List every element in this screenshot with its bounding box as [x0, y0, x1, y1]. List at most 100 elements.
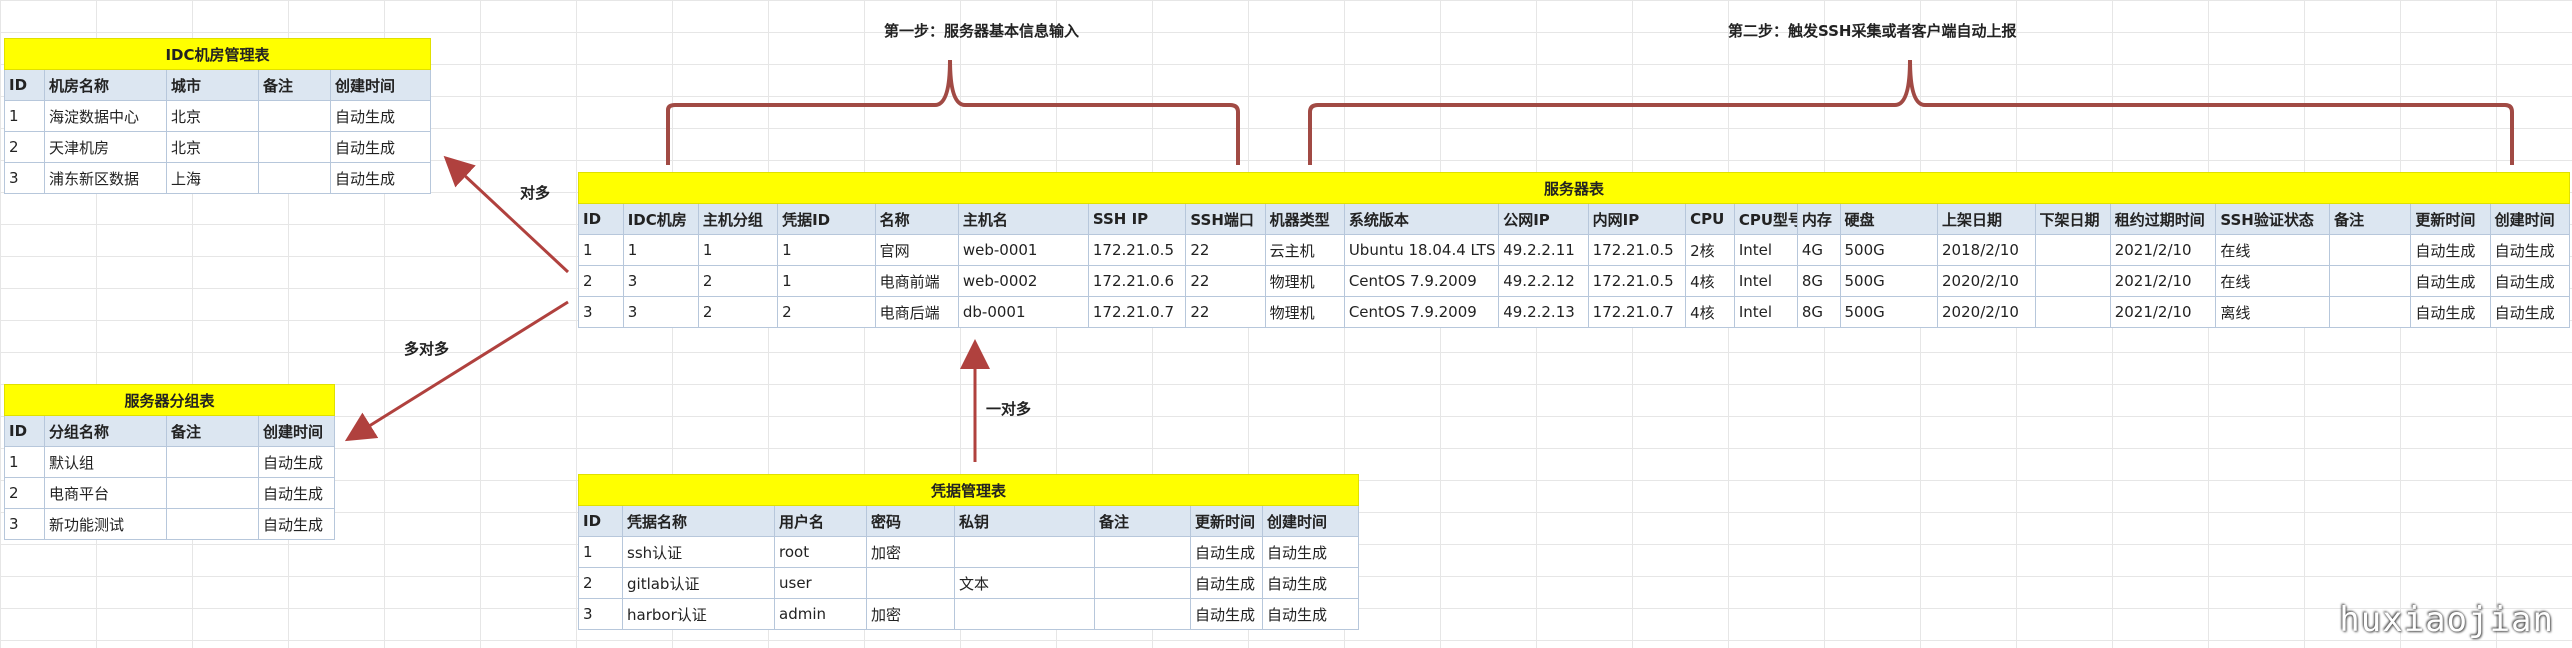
idc-table-cell[interactable] — [258, 100, 331, 132]
idc-table-cell[interactable]: 自动生成 — [330, 131, 431, 163]
server-table-column-header[interactable]: 创建时间 — [2489, 203, 2571, 235]
group-table-cell[interactable] — [166, 508, 259, 540]
server-table-cell[interactable]: 1 — [777, 234, 876, 266]
server-table-cell[interactable]: 172.21.0.5 — [1587, 234, 1687, 266]
server-table-cell[interactable]: 4核 — [1685, 296, 1735, 328]
credential-table-cell[interactable]: 自动生成 — [1261, 598, 1360, 630]
credential-table-cell[interactable]: 自动生成 — [1190, 567, 1263, 599]
server-table-column-header[interactable]: IDC机房 — [622, 203, 699, 235]
credential-table-cell[interactable]: 自动生成 — [1190, 536, 1263, 568]
credential-table-column-header[interactable]: 备注 — [1094, 505, 1191, 537]
credential-table-cell[interactable]: harbor认证 — [622, 598, 775, 630]
credential-table-column-header[interactable]: 更新时间 — [1190, 505, 1263, 537]
idc-table-cell[interactable]: 北京 — [166, 131, 259, 163]
credential-table-column-header[interactable]: 密码 — [866, 505, 955, 537]
server-table-cell[interactable] — [2329, 265, 2412, 297]
credential-table-column-header[interactable]: 凭据名称 — [622, 505, 775, 537]
server-table-cell[interactable]: 2020/2/10 — [1937, 296, 2036, 328]
credential-table-cell[interactable] — [954, 536, 1095, 568]
group-table-column-header[interactable]: 分组名称 — [44, 415, 167, 447]
idc-table-cell[interactable]: 上海 — [166, 162, 259, 194]
server-table-cell[interactable]: 172.21.0.5 — [1087, 234, 1187, 266]
server-table-cell[interactable]: 49.2.2.12 — [1498, 265, 1589, 297]
server-table-cell[interactable]: 电商后端 — [874, 296, 959, 328]
server-table-cell[interactable] — [2034, 234, 2111, 266]
credential-table-column-header[interactable]: 用户名 — [774, 505, 867, 537]
server-table-cell[interactable]: 500G — [1839, 234, 1939, 266]
credential-table-cell[interactable]: ssh认证 — [622, 536, 775, 568]
server-table-column-header[interactable]: 上架日期 — [1937, 203, 2036, 235]
server-table-cell[interactable]: 8G — [1796, 296, 1841, 328]
credential-table-cell[interactable]: 2 — [578, 567, 623, 599]
credential-table-cell[interactable] — [1094, 567, 1191, 599]
server-table-column-header[interactable]: 系统版本 — [1343, 203, 1500, 235]
credential-table-cell[interactable] — [1094, 536, 1191, 568]
server-table-cell[interactable]: 自动生成 — [2489, 296, 2571, 328]
server-table-column-header[interactable]: CPU型号 — [1733, 203, 1798, 235]
group-table-cell[interactable]: 电商平台 — [44, 477, 167, 509]
server-table-column-header[interactable]: SSH端口 — [1185, 203, 1266, 235]
server-table-cell[interactable]: 自动生成 — [2410, 265, 2491, 297]
group-table-column-header[interactable]: ID — [4, 415, 45, 447]
server-table-cell[interactable] — [2034, 296, 2111, 328]
idc-table-cell[interactable]: 自动生成 — [330, 100, 431, 132]
server-table-cell[interactable]: 在线 — [2215, 265, 2331, 297]
server-table-cell[interactable]: 2020/2/10 — [1937, 265, 2036, 297]
server-table-cell[interactable]: 2 — [578, 265, 624, 297]
server-table-cell[interactable]: Intel — [1733, 234, 1798, 266]
server-table-cell[interactable]: 4G — [1796, 234, 1841, 266]
server-table-cell[interactable]: 22 — [1185, 296, 1266, 328]
server-table-cell[interactable] — [2329, 234, 2412, 266]
credential-table-cell[interactable]: 自动生成 — [1261, 567, 1360, 599]
server-table-cell[interactable]: 2021/2/10 — [2109, 265, 2217, 297]
server-table-cell[interactable]: 2021/2/10 — [2109, 234, 2217, 266]
server-table-cell[interactable]: 1 — [578, 234, 624, 266]
server-table-cell[interactable]: 172.21.0.5 — [1587, 265, 1687, 297]
server-table-column-header[interactable]: 下架日期 — [2034, 203, 2111, 235]
server-table-cell[interactable]: 8G — [1796, 265, 1841, 297]
idc-table-cell[interactable] — [258, 131, 331, 163]
idc-table-cell[interactable]: 2 — [4, 131, 45, 163]
credential-table-cell[interactable]: 1 — [578, 536, 623, 568]
server-table-column-header[interactable]: 名称 — [874, 203, 959, 235]
idc-table-cell[interactable]: 浦东新区数据 — [44, 162, 167, 194]
credential-table-cell[interactable]: 文本 — [954, 567, 1095, 599]
server-table-column-header[interactable]: 凭据ID — [777, 203, 876, 235]
server-table-cell[interactable] — [2329, 296, 2412, 328]
group-table-cell[interactable]: 自动生成 — [257, 508, 336, 540]
server-table-column-header[interactable]: 主机名 — [957, 203, 1089, 235]
group-table-cell[interactable]: 2 — [4, 477, 45, 509]
server-table-column-header[interactable]: SSH验证状态 — [2215, 203, 2331, 235]
idc-table-cell[interactable]: 自动生成 — [330, 162, 431, 194]
server-table-column-header[interactable]: 机器类型 — [1264, 203, 1345, 235]
server-table-cell[interactable]: 22 — [1185, 234, 1266, 266]
server-table-column-header[interactable]: 备注 — [2329, 203, 2412, 235]
server-table-cell[interactable]: 云主机 — [1264, 234, 1345, 266]
server-table-cell[interactable]: 自动生成 — [2489, 265, 2571, 297]
idc-table-column-header[interactable]: 创建时间 — [330, 69, 431, 101]
server-table-cell[interactable]: 在线 — [2215, 234, 2331, 266]
credential-table-cell[interactable] — [866, 567, 955, 599]
idc-table-cell[interactable]: 北京 — [166, 100, 259, 132]
server-table-cell[interactable]: 4核 — [1685, 265, 1735, 297]
server-table-cell[interactable]: Intel — [1733, 265, 1798, 297]
idc-table-cell[interactable]: 1 — [4, 100, 45, 132]
idc-table-cell[interactable] — [258, 162, 331, 194]
group-table-cell[interactable] — [166, 446, 259, 478]
server-table-cell[interactable]: db-0001 — [957, 296, 1089, 328]
server-table-cell[interactable]: CentOS 7.9.2009 — [1343, 265, 1500, 297]
group-table-cell[interactable]: 默认组 — [44, 446, 167, 478]
server-table-cell[interactable]: Ubuntu 18.04.4 LTS — [1343, 234, 1500, 266]
credential-table-cell[interactable] — [954, 598, 1095, 630]
server-table-cell[interactable]: 500G — [1839, 296, 1939, 328]
credential-table-cell[interactable]: admin — [774, 598, 867, 630]
credential-table-cell[interactable]: 自动生成 — [1190, 598, 1263, 630]
server-table-cell[interactable]: Intel — [1733, 296, 1798, 328]
server-table-cell[interactable]: 官网 — [874, 234, 959, 266]
credential-table-cell[interactable]: user — [774, 567, 867, 599]
group-table-cell[interactable]: 1 — [4, 446, 45, 478]
server-table-cell[interactable]: 49.2.2.13 — [1498, 296, 1589, 328]
server-table-cell[interactable]: 3 — [622, 296, 699, 328]
server-table-column-header[interactable]: 硬盘 — [1839, 203, 1939, 235]
server-table-cell[interactable] — [2034, 265, 2111, 297]
